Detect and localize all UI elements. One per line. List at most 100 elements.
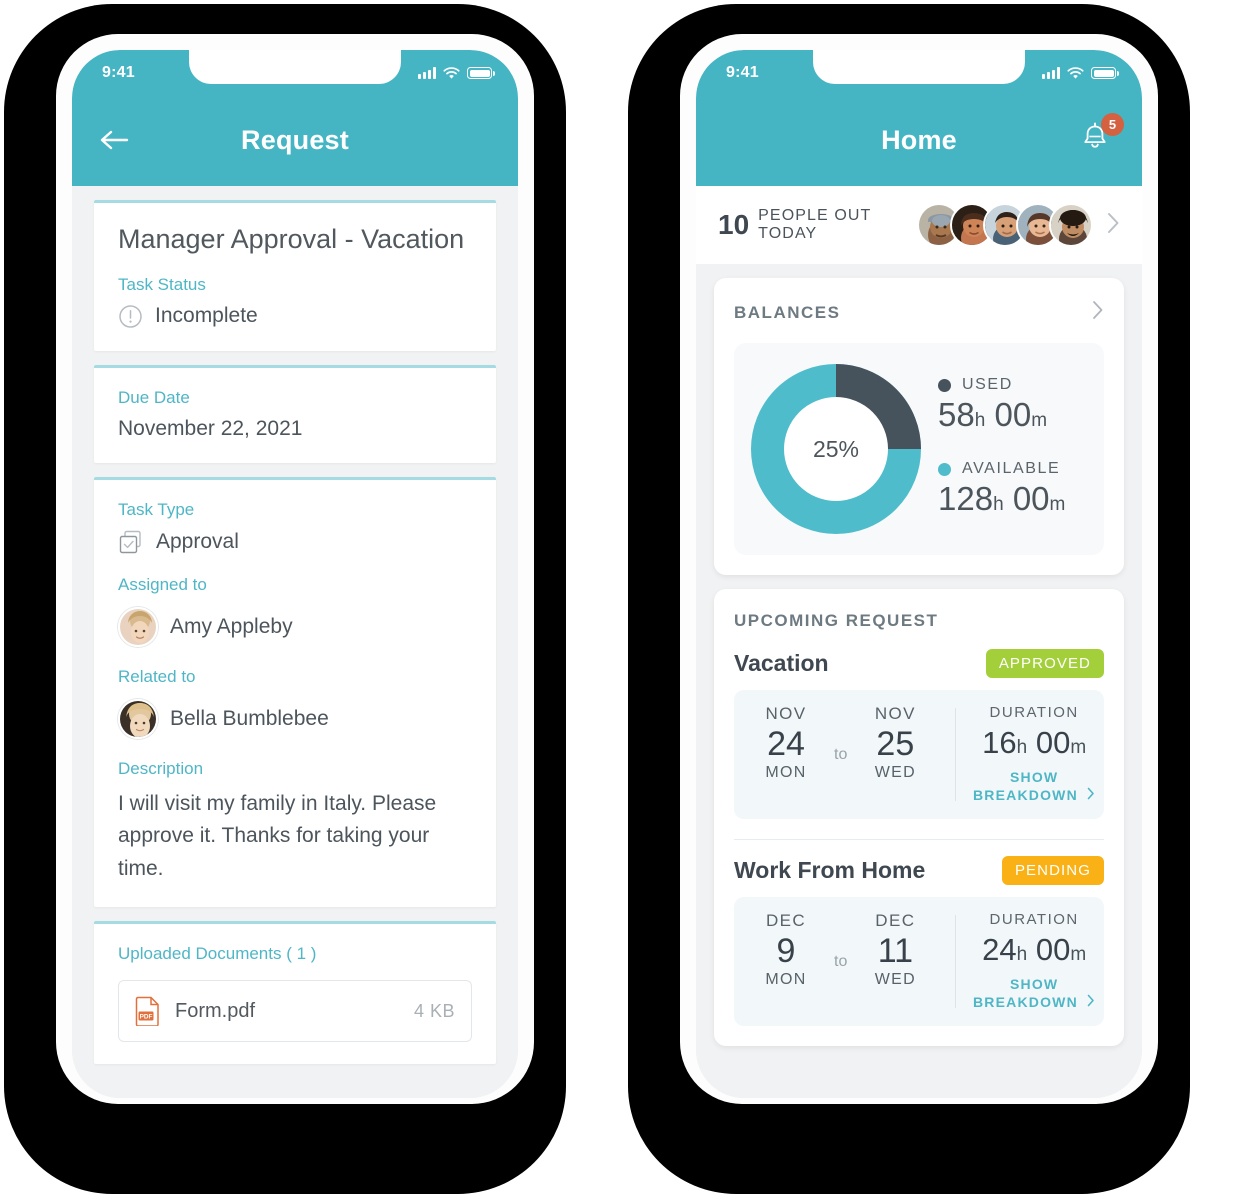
balances-header: BALANCES [734, 300, 1104, 325]
available-hours-unit: h [993, 494, 1004, 515]
request-item-work-from-home[interactable]: Work From Home PENDING DEC 9 MON to DEC … [734, 856, 1104, 1026]
duration-minutes-unit: m [1070, 737, 1087, 758]
people-out-count: 10 [718, 209, 750, 240]
description-value: I will visit my family in Italy. Please … [118, 791, 437, 880]
assigned-to-row: Amy Appleby [118, 606, 472, 647]
mockup-stage: 9:41 Request Manager Approval - Vacation… [0, 0, 1256, 1198]
home-header: 9:41 Home 5 [696, 50, 1142, 186]
page-title: Request [241, 124, 349, 155]
legend-item-available: AVAILABLE 128h 00m [938, 460, 1088, 518]
used-minutes-unit: m [1031, 410, 1048, 431]
wifi-icon [1067, 66, 1084, 79]
available-minutes-unit: m [1049, 494, 1066, 515]
phone-left: 9:41 Request Manager Approval - Vacation… [4, 4, 566, 1194]
due-date-card: Due Date November 22, 2021 [94, 364, 496, 463]
end-month: DEC [875, 911, 916, 930]
phone-left-bezel: 9:41 Request Manager Approval - Vacation… [56, 34, 534, 1104]
end-day: 11 [877, 932, 913, 970]
duration-hours-unit: h [1016, 944, 1028, 965]
request-title-row: Work From Home PENDING [734, 856, 1104, 885]
balances-donut-panel: 25% USED 58h 00m AVAILABLE 128h 00m [734, 343, 1104, 555]
status-icons [418, 66, 495, 80]
date-separator: to [834, 952, 848, 970]
avatar [1049, 203, 1093, 247]
end-date: NOV 25 WED [849, 704, 941, 805]
end-day: 25 [876, 725, 915, 763]
end-dow: WED [874, 764, 916, 782]
assigned-to-value: Amy Appleby [170, 614, 293, 638]
document-row[interactable]: PDF Form.pdf 4 KB [118, 980, 472, 1043]
legend-label-available: AVAILABLE [962, 460, 1061, 477]
avatar [118, 606, 158, 647]
battery-icon [467, 67, 495, 79]
request-name: Vacation [734, 650, 829, 676]
back-arrow-icon[interactable] [96, 122, 132, 158]
start-month: DEC [765, 911, 807, 930]
legend-item-used: USED 58h 00m [938, 376, 1088, 434]
status-clock: 9:41 [102, 64, 135, 81]
notification-badge: 5 [1101, 113, 1124, 136]
balances-card: BALANCES 25% USED 58h 00m AVAILABLE 128h… [714, 278, 1124, 575]
related-to-value: Bella Bumblebee [170, 706, 329, 730]
duration-hours-unit: h [1016, 737, 1028, 758]
show-breakdown-link[interactable]: SHOW BREAKDOWN [970, 976, 1098, 1012]
exclamation-circle-icon [119, 305, 142, 328]
related-to-label: Related to [118, 666, 196, 686]
request-divider [734, 839, 1104, 840]
duration-hours: 24 [982, 932, 1017, 967]
request-navbar: Request [72, 96, 518, 184]
wifi-icon [443, 66, 460, 79]
request-title-row: Vacation APPROVED [734, 649, 1104, 678]
status-icons [1042, 66, 1119, 80]
task-status-value: Incomplete [155, 304, 258, 328]
chevron-right-icon[interactable] [1092, 300, 1104, 325]
status-clock: 9:41 [726, 64, 759, 81]
show-breakdown-label: SHOW BREAKDOWN [972, 976, 1078, 1010]
legend-value-available: 128h 00m [938, 480, 1088, 518]
phone-right-bezel: 9:41 Home 5 10 PEOPLE OUT TODAY BALANCES… [680, 34, 1158, 1104]
checkbox-stack-icon [119, 530, 141, 553]
phone-left-screen: 9:41 Request Manager Approval - Vacation… [72, 50, 518, 1098]
status-badge: PENDING [1001, 856, 1104, 885]
svg-text:PDF: PDF [140, 1014, 153, 1021]
request-name: Work From Home [734, 857, 926, 883]
task-type-row: Approval [118, 529, 472, 555]
task-status-card: Manager Approval - Vacation Task Status … [94, 200, 496, 351]
task-status-row: Incomplete [118, 304, 472, 329]
date-separator: to [834, 745, 848, 763]
start-dow: MON [765, 971, 807, 989]
start-day: 9 [776, 932, 796, 970]
legend-dot-available [938, 462, 951, 476]
balances-title: BALANCES [734, 302, 841, 322]
assigned-to-label: Assigned to [118, 574, 207, 594]
donut-center-label: 25% [784, 397, 888, 501]
document-name: Form.pdf [175, 999, 256, 1022]
duration-block: DURATION 16h 00m SHOW BREAKDOWN [970, 704, 1098, 805]
phone-right-screen: 9:41 Home 5 10 PEOPLE OUT TODAY BALANCES… [696, 50, 1142, 1098]
notification-bell-icon[interactable]: 5 [1078, 113, 1124, 160]
start-day: 24 [767, 725, 805, 763]
available-minutes: 00 [1012, 480, 1050, 517]
balances-legend: USED 58h 00m AVAILABLE 128h 00m [938, 376, 1088, 522]
legend-value-used: 58h 00m [938, 396, 1088, 434]
duration-hours: 16 [982, 725, 1017, 760]
home-content: 10 PEOPLE OUT TODAY BALANCES 25% USED 58… [696, 186, 1142, 1098]
available-hours: 128 [938, 480, 994, 517]
chevron-right-icon[interactable] [1107, 212, 1120, 239]
start-date: NOV 24 MON [740, 704, 832, 805]
home-navbar: Home 5 [696, 96, 1142, 184]
show-breakdown-link[interactable]: SHOW BREAKDOWN [970, 769, 1098, 805]
people-avatar-stack[interactable] [917, 203, 1093, 247]
show-breakdown-label: SHOW BREAKDOWN [972, 769, 1078, 803]
start-month: NOV [765, 704, 807, 723]
upcoming-request-card: UPCOMING REQUEST Vacation APPROVED NOV 2… [714, 589, 1124, 1046]
start-date: DEC 9 MON [740, 911, 832, 1012]
due-date-value: November 22, 2021 [118, 416, 303, 440]
people-out-today-row[interactable]: 10 PEOPLE OUT TODAY [696, 186, 1142, 264]
end-dow: WED [874, 971, 916, 989]
related-to-row: Bella Bumblebee [118, 698, 472, 739]
request-item-vacation[interactable]: Vacation APPROVED NOV 24 MON to NOV 25 W… [734, 649, 1104, 819]
legend-label-used: USED [962, 376, 1013, 393]
upcoming-title: UPCOMING REQUEST [734, 611, 939, 630]
pdf-file-icon: PDF [135, 997, 159, 1027]
